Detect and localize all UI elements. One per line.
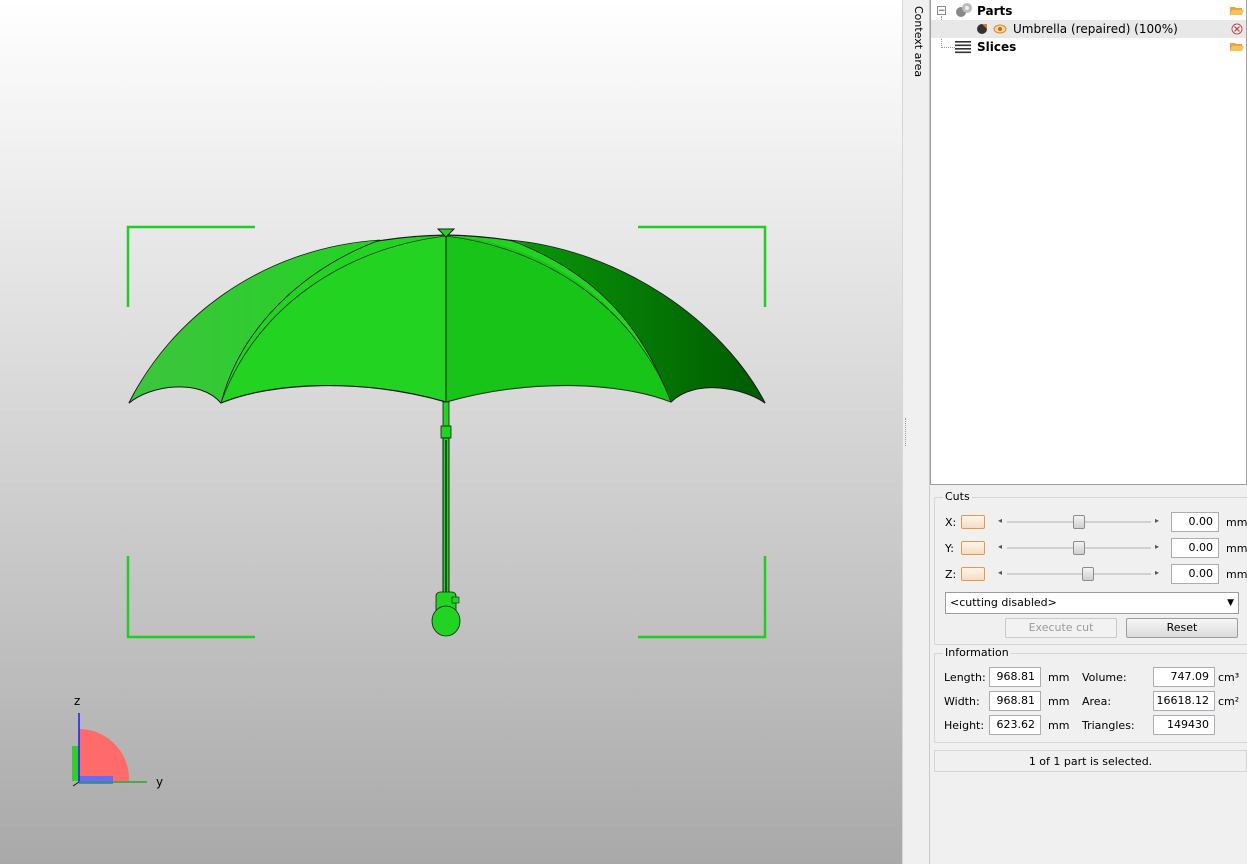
selection-status: 1 of 1 part is selected. [934, 750, 1247, 772]
open-folder-icon[interactable] [1230, 5, 1244, 16]
width-value: 968.81 [989, 691, 1041, 711]
cut-slider-x[interactable]: ◂ ▸ [995, 514, 1163, 530]
cut-row-y: Y: ◂ ▸ 0.00 mm [935, 538, 1247, 558]
cut-toggle-y[interactable] [961, 541, 985, 555]
runner [440, 425, 452, 439]
parts-icon [956, 3, 972, 17]
triangles-value: 149430 [1153, 715, 1215, 735]
axis-gizmo [72, 713, 147, 787]
context-area-tab[interactable]: Context area [909, 0, 930, 864]
height-value: 623.62 [989, 715, 1041, 735]
tree-node-parts[interactable]: − Parts [931, 2, 1246, 20]
cut-mode-value: <cutting disabled> [950, 596, 1057, 609]
remove-part-icon[interactable] [1231, 23, 1243, 35]
cut-slider-z[interactable]: ◂ ▸ [995, 566, 1163, 582]
cut-value-z[interactable]: 0.00 [1171, 564, 1219, 584]
visibility-eye-icon[interactable] [993, 23, 1007, 35]
cut-unit: mm [1226, 568, 1247, 581]
cuts-title: Cuts [943, 490, 972, 503]
3d-viewport[interactable]: z y [0, 0, 902, 864]
height-unit: mm [1048, 719, 1070, 732]
cuts-group: Cuts X: ◂ ▸ 0.00 mm Y: ◂ ▸ 0.00 mm Z: ◂ … [934, 490, 1247, 645]
slider-thumb[interactable] [1073, 515, 1085, 529]
axis-x-quarter [79, 728, 130, 781]
umbrella-model[interactable] [0, 0, 902, 864]
part-mesh-icon [977, 24, 987, 34]
slider-thumb[interactable] [1073, 541, 1085, 555]
open-folder-icon[interactable] [1230, 41, 1244, 52]
volume-value: 747.09 [1153, 667, 1215, 687]
area-value: 16618.12 [1153, 691, 1215, 711]
right-panel: − Parts Umbrella (repaired) (100%) Slice… [930, 0, 1247, 864]
cut-value-x[interactable]: 0.00 [1171, 512, 1219, 532]
cut-unit: mm [1226, 516, 1247, 529]
handle-bulb [431, 605, 461, 637]
tree-label-slices: Slices [977, 40, 1017, 54]
axis-label-z: z [74, 694, 81, 708]
tree-node-umbrella[interactable]: Umbrella (repaired) (100%) [931, 20, 1246, 38]
cut-slider-y[interactable]: ◂ ▸ [995, 540, 1163, 556]
width-label: Width: [944, 695, 980, 708]
cut-toggle-z[interactable] [961, 567, 985, 581]
width-unit: mm [1048, 695, 1070, 708]
cut-row-z: Z: ◂ ▸ 0.00 mm [935, 564, 1247, 584]
chevron-down-icon: ▼ [1227, 598, 1234, 608]
volume-unit: cm³ [1218, 671, 1240, 684]
length-label: Length: [944, 671, 986, 684]
slices-icon [955, 41, 971, 54]
cut-mode-select[interactable]: <cutting disabled> ▼ [945, 592, 1239, 614]
execute-cut-button[interactable]: Execute cut [1005, 618, 1117, 638]
axis-label-y: y [156, 775, 164, 789]
tree-node-slices[interactable]: Slices [931, 38, 1246, 56]
cut-axis-label: X: [945, 516, 957, 529]
parts-tree[interactable]: − Parts Umbrella (repaired) (100%) Slice… [930, 0, 1247, 485]
cut-axis-label: Y: [945, 542, 954, 555]
shaft-upper [442, 401, 450, 429]
cut-row-x: X: ◂ ▸ 0.00 mm [935, 512, 1247, 532]
triangles-label: Triangles: [1082, 719, 1135, 732]
tree-label-umbrella: Umbrella (repaired) (100%) [1013, 22, 1178, 36]
information-title: Information [943, 646, 1011, 659]
collapse-icon[interactable]: − [937, 6, 946, 16]
height-label: Height: [944, 719, 985, 732]
area-label: Area: [1082, 695, 1112, 708]
volume-label: Volume: [1082, 671, 1127, 684]
tree-label-parts: Parts [977, 4, 1013, 18]
area-unit: cm² [1218, 695, 1240, 708]
cut-value-y[interactable]: 0.00 [1171, 538, 1219, 558]
context-area-label: Context area [912, 6, 925, 78]
length-unit: mm [1048, 671, 1070, 684]
reset-button[interactable]: Reset [1126, 618, 1238, 638]
slider-thumb[interactable] [1082, 567, 1094, 581]
information-group: Information Length: 968.81 mm Volume: 74… [934, 646, 1247, 743]
cut-toggle-x[interactable] [961, 515, 985, 529]
length-value: 968.81 [989, 667, 1041, 687]
cut-unit: mm [1226, 542, 1247, 555]
cut-axis-label: Z: [945, 568, 957, 581]
